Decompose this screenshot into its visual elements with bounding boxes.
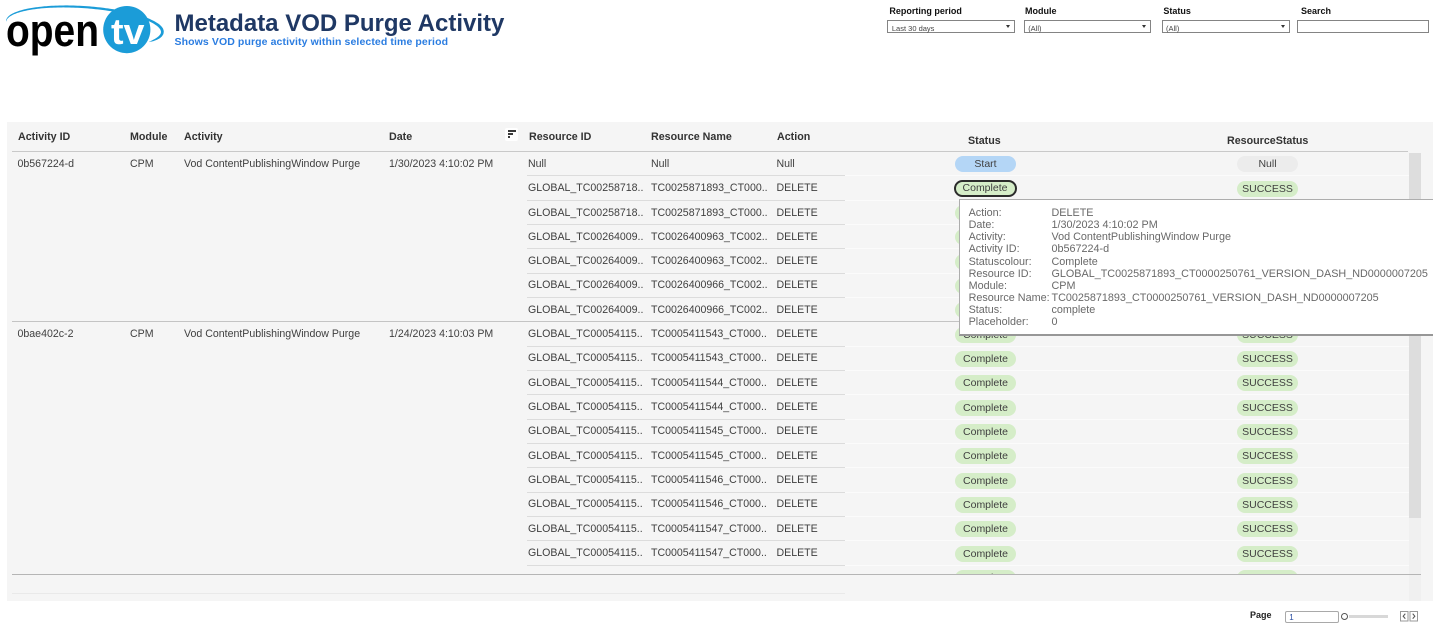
svg-text:tv: tv: [111, 11, 145, 52]
svg-text:open: open: [6, 5, 99, 56]
